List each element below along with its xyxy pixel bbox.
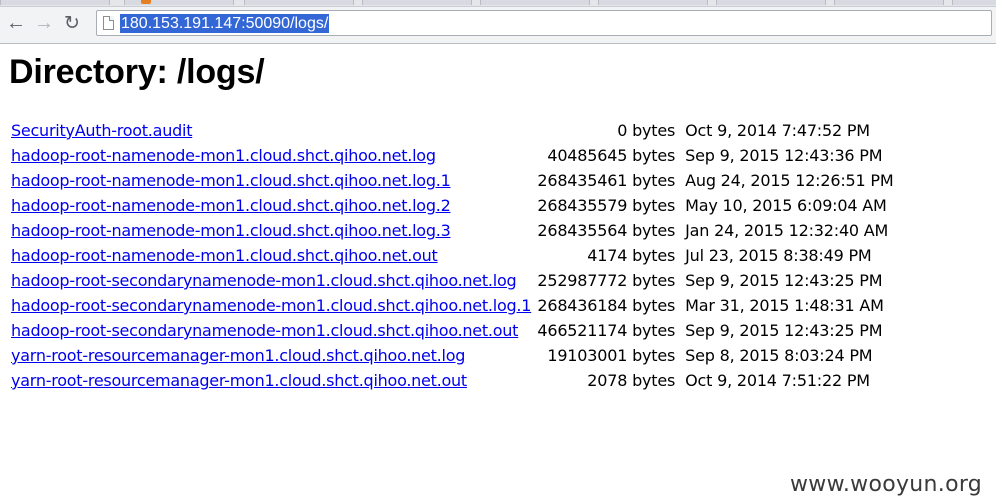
table-row: hadoop-root-secondarynamenode-mon1.cloud… bbox=[9, 318, 895, 343]
file-name-cell: yarn-root-resourcemanager-mon1.cloud.shc… bbox=[9, 343, 533, 368]
table-row: yarn-root-resourcemanager-mon1.cloud.shc… bbox=[9, 368, 895, 393]
file-link[interactable]: yarn-root-resourcemanager-mon1.cloud.shc… bbox=[11, 346, 465, 365]
browser-toolbar: ← → ↻ 180.153.191.147:50090/logs/ bbox=[0, 7, 996, 44]
file-name-cell: hadoop-root-namenode-mon1.cloud.shct.qih… bbox=[9, 243, 533, 268]
file-size: 268435579 bytes bbox=[537, 196, 676, 215]
page-icon bbox=[103, 16, 114, 30]
table-row: hadoop-root-namenode-mon1.cloud.shct.qih… bbox=[9, 243, 895, 268]
file-link[interactable]: SecurityAuth-root.audit bbox=[11, 121, 192, 140]
file-link[interactable]: hadoop-root-secondarynamenode-mon1.cloud… bbox=[11, 271, 517, 290]
file-listing: SecurityAuth-root.audit 0 bytes Oct 9, 201… bbox=[9, 118, 895, 393]
table-row: hadoop-root-namenode-mon1.cloud.shct.qih… bbox=[9, 218, 895, 243]
file-link[interactable]: hadoop-root-namenode-mon1.cloud.shct.qih… bbox=[11, 196, 451, 215]
file-link[interactable]: hadoop-root-namenode-mon1.cloud.shct.qih… bbox=[11, 221, 451, 240]
file-size: 4174 bytes bbox=[587, 246, 676, 265]
file-name-cell: yarn-root-resourcemanager-mon1.cloud.shc… bbox=[9, 368, 533, 393]
file-date: Sep 9, 2015 12:43:25 PM bbox=[685, 271, 883, 290]
table-row: hadoop-root-secondarynamenode-mon1.cloud… bbox=[9, 293, 895, 318]
file-size: 40485645 bytes bbox=[547, 146, 676, 165]
file-date: Sep 9, 2015 12:43:25 PM bbox=[685, 321, 883, 340]
file-link[interactable]: hadoop-root-secondarynamenode-mon1.cloud… bbox=[11, 296, 531, 315]
table-row: hadoop-root-namenode-mon1.cloud.shct.qih… bbox=[9, 193, 895, 218]
file-link[interactable]: hadoop-root-namenode-mon1.cloud.shct.qih… bbox=[11, 146, 436, 165]
browser-tab[interactable] bbox=[362, 0, 472, 5]
address-bar[interactable]: 180.153.191.147:50090/logs/ bbox=[96, 10, 992, 36]
browser-tab[interactable] bbox=[480, 0, 590, 5]
file-size: 268435461 bytes bbox=[537, 171, 676, 190]
file-name-cell: hadoop-root-secondarynamenode-mon1.cloud… bbox=[9, 268, 533, 293]
file-name-cell: hadoop-root-namenode-mon1.cloud.shct.qih… bbox=[9, 143, 533, 168]
file-date: Oct 9, 2014 7:51:22 PM bbox=[685, 371, 870, 390]
file-date: May 10, 2015 6:09:04 AM bbox=[685, 196, 887, 215]
table-row: hadoop-root-namenode-mon1.cloud.shct.qih… bbox=[9, 168, 895, 193]
table-row: SecurityAuth-root.audit 0 bytes Oct 9, 201… bbox=[9, 118, 895, 143]
browser-tab[interactable] bbox=[244, 0, 354, 5]
file-name-cell: hadoop-root-namenode-mon1.cloud.shct.qih… bbox=[9, 168, 533, 193]
file-date: Sep 8, 2015 8:03:24 PM bbox=[685, 346, 873, 365]
file-link[interactable]: hadoop-root-namenode-mon1.cloud.shct.qih… bbox=[11, 171, 451, 190]
watermark: www.wooyun.org bbox=[790, 472, 983, 497]
tab-strip bbox=[0, 0, 996, 7]
file-name-cell: hadoop-root-namenode-mon1.cloud.shct.qih… bbox=[9, 218, 533, 243]
file-date: Mar 31, 2015 1:48:31 AM bbox=[685, 296, 884, 315]
file-size: 268436184 bytes bbox=[537, 296, 676, 315]
browser-tab[interactable] bbox=[834, 0, 944, 5]
table-row: hadoop-root-secondarynamenode-mon1.cloud… bbox=[9, 268, 895, 293]
file-name-cell: hadoop-root-secondarynamenode-mon1.cloud… bbox=[9, 318, 533, 343]
arrow-right-icon: → bbox=[34, 12, 54, 34]
arrow-left-icon: ← bbox=[6, 12, 26, 34]
file-name-cell: hadoop-root-secondarynamenode-mon1.cloud… bbox=[9, 293, 533, 318]
file-date: Jul 23, 2015 8:38:49 PM bbox=[685, 246, 872, 265]
file-size: 19103001 bytes bbox=[547, 346, 676, 365]
file-size: 268435564 bytes bbox=[537, 221, 676, 240]
browser-tab[interactable] bbox=[598, 0, 708, 5]
reload-icon: ↻ bbox=[64, 12, 80, 34]
table-row: yarn-root-resourcemanager-mon1.cloud.shc… bbox=[9, 343, 895, 368]
file-size: 466521174 bytes bbox=[537, 321, 676, 340]
file-date: Aug 24, 2015 12:26:51 PM bbox=[685, 171, 894, 190]
table-row: hadoop-root-namenode-mon1.cloud.shct.qih… bbox=[9, 143, 895, 168]
back-button[interactable]: ← bbox=[4, 10, 28, 36]
tab-favicon-icon bbox=[141, 0, 151, 4]
browser-tab[interactable] bbox=[716, 0, 826, 5]
page-title: Directory: /logs/ bbox=[9, 53, 265, 91]
file-size: 2078 bytes bbox=[587, 371, 676, 390]
reload-button[interactable]: ↻ bbox=[60, 10, 84, 36]
file-size: 0 bytes bbox=[617, 121, 676, 140]
file-date: Oct 9, 2014 7:47:52 PM bbox=[685, 121, 870, 140]
file-date: Sep 9, 2015 12:43:36 PM bbox=[685, 146, 883, 165]
file-name-cell: hadoop-root-namenode-mon1.cloud.shct.qih… bbox=[9, 193, 533, 218]
forward-button[interactable]: → bbox=[32, 10, 56, 36]
file-link[interactable]: hadoop-root-secondarynamenode-mon1.cloud… bbox=[11, 321, 518, 340]
browser-tab[interactable] bbox=[952, 0, 996, 5]
file-link[interactable]: yarn-root-resourcemanager-mon1.cloud.shc… bbox=[11, 371, 467, 390]
browser-tab[interactable] bbox=[0, 0, 110, 5]
page-content: Directory: /logs/ SecurityAuth-root.audi… bbox=[0, 44, 996, 497]
browser-tab[interactable] bbox=[124, 0, 234, 5]
address-url[interactable]: 180.153.191.147:50090/logs/ bbox=[120, 14, 330, 33]
file-date: Jan 24, 2015 12:32:40 AM bbox=[685, 221, 889, 240]
file-size: 252987772 bytes bbox=[537, 271, 676, 290]
file-name-cell: SecurityAuth-root.audit bbox=[9, 118, 533, 143]
file-link[interactable]: hadoop-root-namenode-mon1.cloud.shct.qih… bbox=[11, 246, 438, 265]
